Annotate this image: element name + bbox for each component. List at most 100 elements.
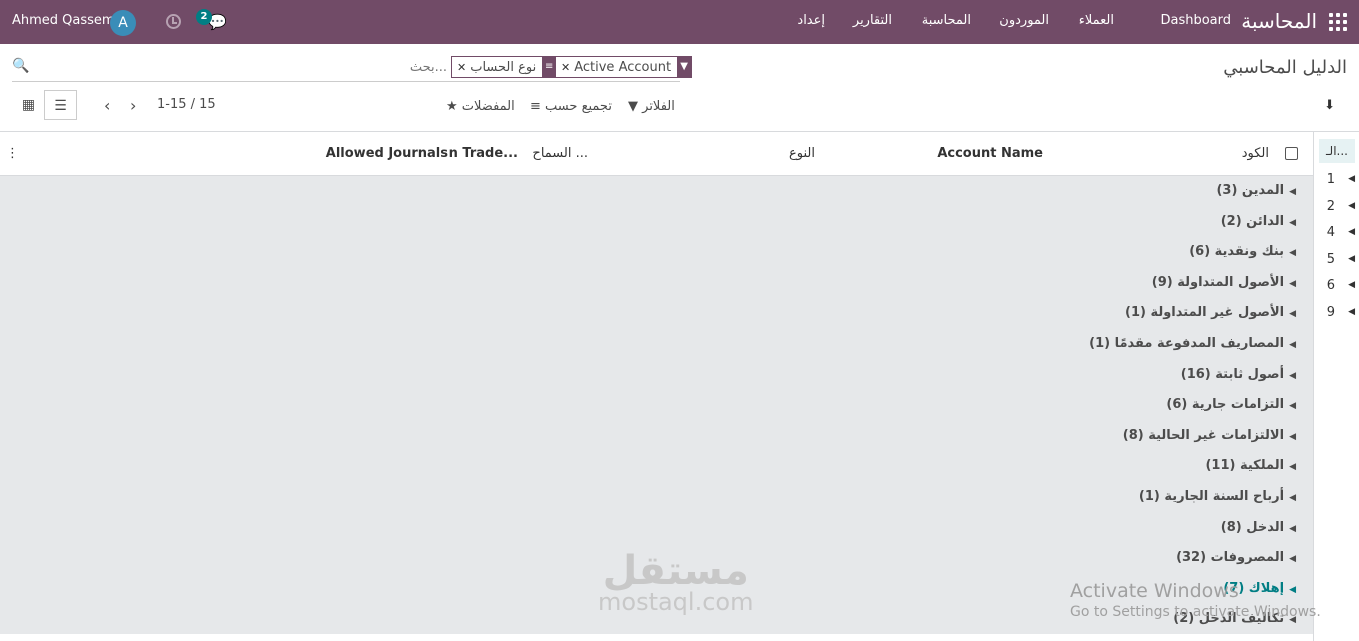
caret-icon: ◀ bbox=[1289, 401, 1296, 412]
avatar[interactable]: A bbox=[110, 10, 136, 36]
search-input[interactable] bbox=[212, 57, 447, 77]
windows-activation-watermark: Activate Windows Go to Settings to activ… bbox=[1070, 580, 1321, 620]
search-panel-item-label: 4 bbox=[1326, 225, 1335, 240]
group-label: المصاريف المدفوعة مقدمًا (1) bbox=[1089, 336, 1285, 351]
group-label: الملكية (11) bbox=[1205, 458, 1285, 474]
group-label: التزامات جارية (6) bbox=[1166, 397, 1285, 413]
search-panel-item-label: 6 bbox=[1326, 278, 1335, 293]
column-code[interactable]: الكود bbox=[1242, 146, 1269, 161]
caret-icon: ◀ bbox=[1348, 227, 1355, 237]
caret-icon: ◀ bbox=[1348, 200, 1355, 211]
menu-customers[interactable]: العملاء bbox=[1079, 13, 1114, 28]
star-icon: ★ bbox=[446, 99, 458, 114]
menu-reports[interactable]: التقارير bbox=[853, 13, 892, 28]
message-count-badge: 2 bbox=[196, 9, 212, 25]
table-group-row[interactable]: المدين (3) ◀ bbox=[1216, 183, 1296, 213]
menu-dashboard[interactable]: Dashboard bbox=[1160, 13, 1231, 28]
filters-dropdown[interactable]: ▼ الفلاتر bbox=[628, 99, 675, 114]
optional-columns-icon[interactable]: ⋮ bbox=[6, 146, 19, 161]
table-group-row[interactable]: أصول ثابتة (16) ◀ bbox=[1181, 367, 1296, 397]
search-panel-item[interactable]: ◀ 4 bbox=[1319, 223, 1355, 245]
table-header: الكود Account Name النوع السماح ... n Tr… bbox=[0, 132, 1313, 176]
close-icon[interactable]: ✕ bbox=[556, 61, 570, 74]
page-title: الدليل المحاسبي bbox=[1223, 57, 1347, 78]
select-all-checkbox[interactable] bbox=[1285, 147, 1298, 160]
group-label: المدين (3) bbox=[1216, 183, 1285, 198]
kanban-view-icon[interactable]: ▦ bbox=[12, 90, 45, 120]
table-group-row[interactable]: الأصول المتداولة (9) ◀ bbox=[1152, 275, 1296, 305]
download-icon[interactable]: ⬇ bbox=[1324, 98, 1335, 113]
mostaql-logo: مستقل mostaql.com bbox=[598, 548, 754, 616]
table-group-row[interactable]: الالتزامات غير الحالية (8) ◀ bbox=[1123, 428, 1296, 458]
search-panel-item[interactable]: ◀ 5 bbox=[1319, 250, 1355, 272]
column-reconcile[interactable]: السماح ... bbox=[532, 146, 588, 161]
close-icon[interactable]: ✕ bbox=[452, 61, 466, 74]
search-icon[interactable]: 🔍 bbox=[12, 58, 29, 74]
table-group-row[interactable]: أرباح السنة الجارية (1) ◀ bbox=[1139, 489, 1296, 519]
table-group-row[interactable]: الدخل (8) ◀ bbox=[1221, 520, 1296, 550]
table-group-row[interactable]: الدائن (2) ◀ bbox=[1221, 214, 1296, 244]
facet-label: نوع الحساب bbox=[470, 59, 537, 75]
search-panel-item[interactable]: ◀ 9 bbox=[1319, 303, 1355, 325]
pager-value[interactable]: 1-15 / 15 bbox=[157, 97, 216, 112]
group-label: المصروفات (32) bbox=[1176, 550, 1285, 566]
apps-grid-icon[interactable] bbox=[1329, 13, 1347, 31]
facet-label: Active Account bbox=[574, 59, 672, 75]
user-name[interactable]: Ahmed Qassem bbox=[12, 13, 115, 28]
group-label: الدائن (2) bbox=[1220, 213, 1285, 229]
caret-icon: ◀ bbox=[1289, 462, 1296, 473]
column-type[interactable]: النوع bbox=[789, 146, 815, 161]
table-group-row[interactable]: الأصول غير المتداولة (1) ◀ bbox=[1125, 305, 1296, 335]
caret-icon: ◀ bbox=[1289, 248, 1296, 259]
menu-configuration[interactable]: إعداد bbox=[797, 13, 825, 28]
filter-icon: ▼ bbox=[628, 99, 638, 114]
filter-icon: ▼ bbox=[677, 57, 692, 77]
menu-vendors[interactable]: الموردون bbox=[999, 13, 1049, 28]
table-group-row[interactable]: بنك ونقدية (6) ◀ bbox=[1189, 244, 1296, 274]
table-group-row[interactable]: المصروفات (32) ◀ bbox=[1176, 550, 1296, 580]
search-panel: الـ... ◀ 1 ◀ 2 ◀ 4 ◀ 5 ◀ 6 ◀ 9 bbox=[1313, 132, 1359, 641]
table-group-row[interactable]: الملكية (11) ◀ bbox=[1205, 458, 1296, 488]
search-panel-item[interactable]: ◀ 1 bbox=[1319, 170, 1355, 192]
caret-icon: ◀ bbox=[1289, 493, 1296, 503]
table-group-row[interactable]: التزامات جارية (6) ◀ bbox=[1166, 397, 1296, 427]
favorites-label: المفضلات bbox=[461, 99, 515, 114]
column-account-name[interactable]: Account Name bbox=[937, 146, 1043, 161]
search-panel-item-label: 1 bbox=[1326, 172, 1335, 187]
caret-icon: ◀ bbox=[1348, 306, 1355, 317]
menu-accounting[interactable]: المحاسبة bbox=[922, 13, 971, 28]
caret-icon: ◀ bbox=[1289, 554, 1296, 565]
top-navbar: المحاسبة Dashboard العملاء الموردون المح… bbox=[0, 0, 1359, 44]
favorites-dropdown[interactable]: ★ المفضلات bbox=[446, 99, 515, 114]
group-label: الأصول المتداولة (9) bbox=[1151, 274, 1285, 290]
column-allowed-journals[interactable]: Allowed Journals bbox=[326, 146, 448, 161]
column-trade[interactable]: n Trade... bbox=[449, 146, 518, 161]
search-panel-item-label: 9 bbox=[1326, 304, 1335, 320]
facet-active-account[interactable]: ✕ Active Account ▼ bbox=[555, 56, 693, 78]
group-label: أرباح السنة الجارية (1) bbox=[1138, 489, 1285, 504]
caret-icon: ◀ bbox=[1289, 217, 1296, 228]
caret-icon: ◀ bbox=[1289, 370, 1296, 381]
pager-next-icon[interactable]: › bbox=[130, 96, 136, 115]
search-panel-header[interactable]: الـ... bbox=[1319, 139, 1355, 163]
search-panel-item[interactable]: ◀ 2 bbox=[1319, 197, 1355, 219]
caret-icon: ◀ bbox=[1289, 431, 1296, 442]
table-group-row[interactable]: المصاريف المدفوعة مقدمًا (1) ◀ bbox=[1089, 336, 1296, 366]
list-view-icon[interactable]: ☰ bbox=[44, 90, 77, 120]
search-panel-item[interactable]: ◀ 6 bbox=[1319, 276, 1355, 298]
facet-account-type[interactable]: ✕ نوع الحساب ≡ bbox=[451, 56, 558, 78]
caret-icon: ◀ bbox=[1289, 309, 1296, 320]
caret-icon: ◀ bbox=[1348, 174, 1355, 184]
app-brand[interactable]: المحاسبة bbox=[1241, 9, 1317, 33]
groupby-dropdown[interactable]: ≡ تجميع حسب bbox=[530, 99, 612, 114]
caret-icon: ◀ bbox=[1289, 187, 1296, 197]
pager-prev-icon[interactable]: ‹ bbox=[104, 96, 110, 115]
clock-icon[interactable] bbox=[166, 14, 181, 29]
group-label: بنك ونقدية (6) bbox=[1189, 244, 1285, 260]
group-label: أصول ثابتة (16) bbox=[1180, 366, 1285, 382]
group-label: الالتزامات غير الحالية (8) bbox=[1122, 427, 1285, 443]
caret-icon: ◀ bbox=[1348, 280, 1355, 290]
control-panel: الدليل المحاسبي ⬇ 🔍 ✕ نوع الحساب ≡ ✕ Act… bbox=[0, 44, 1359, 132]
search-panel-item-label: 5 bbox=[1326, 251, 1335, 267]
group-label: الأصول غير المتداولة (1) bbox=[1124, 305, 1285, 321]
